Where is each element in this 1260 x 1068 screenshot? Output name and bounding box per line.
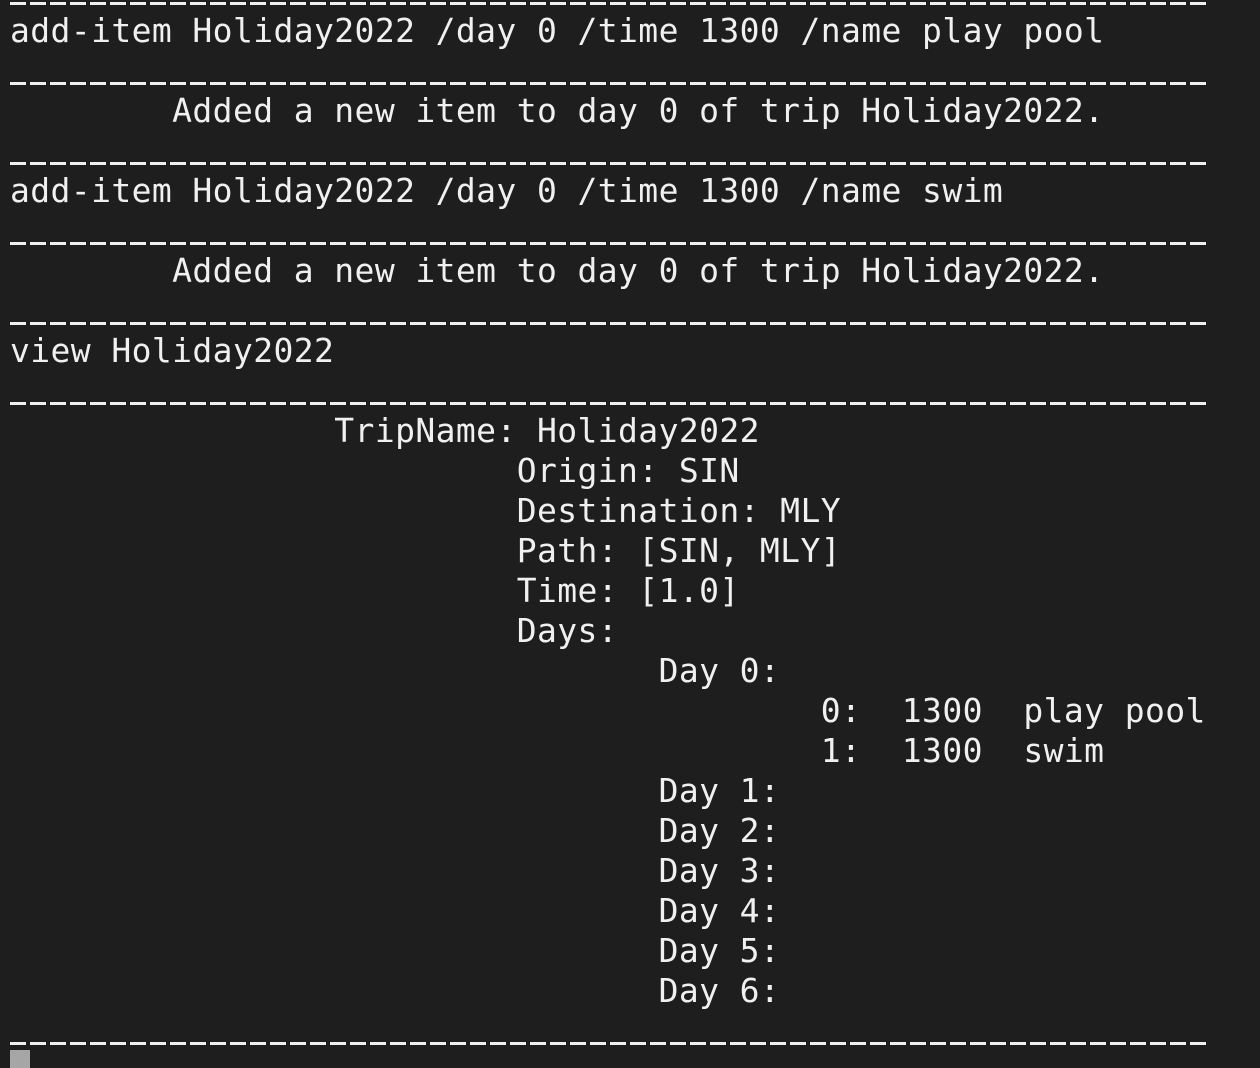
response-added-item: Added a new item to day 0 of trip Holida… [10, 251, 1105, 290]
day-0-item-0-line: 0: 1300 play pool [10, 691, 1206, 730]
trip-destination-line: Destination: MLY [10, 491, 841, 530]
day-5-line: Day 5: [10, 931, 781, 970]
day-4-line: Day 4: [10, 891, 781, 930]
separator-line [10, 1042, 1210, 1045]
response-added-item: Added a new item to day 0 of trip Holida… [10, 91, 1105, 130]
separator-line [10, 2, 1210, 5]
day-1-line: Day 1: [10, 771, 781, 810]
separator-line [10, 242, 1210, 245]
day-6-line: Day 6: [10, 971, 781, 1010]
day-0-line: Day 0: [10, 651, 781, 690]
terminal-window[interactable]: add-item Holiday2022 /day 0 /time 1300 /… [0, 0, 1260, 1068]
trip-path-line: Path: [SIN, MLY] [10, 531, 841, 570]
text-cursor[interactable] [10, 1050, 30, 1068]
trip-days-line: Days: [10, 611, 619, 650]
command-line-add-item-swim: add-item Holiday2022 /day 0 /time 1300 /… [10, 171, 1004, 210]
separator-line [10, 322, 1210, 325]
day-3-line: Day 3: [10, 851, 781, 890]
separator-line [10, 82, 1210, 85]
command-line-add-item-play-pool: add-item Holiday2022 /day 0 /time 1300 /… [10, 11, 1105, 50]
trip-time-line: Time: [1.0] [10, 571, 740, 610]
separator-line [10, 162, 1210, 165]
command-line-view: view Holiday2022 [10, 331, 335, 370]
day-2-line: Day 2: [10, 811, 781, 850]
day-0-item-1-line: 1: 1300 swim [10, 731, 1105, 770]
trip-name-line: TripName: Holiday2022 [10, 411, 760, 450]
trip-origin-line: Origin: SIN [10, 451, 740, 490]
separator-line [10, 402, 1210, 405]
